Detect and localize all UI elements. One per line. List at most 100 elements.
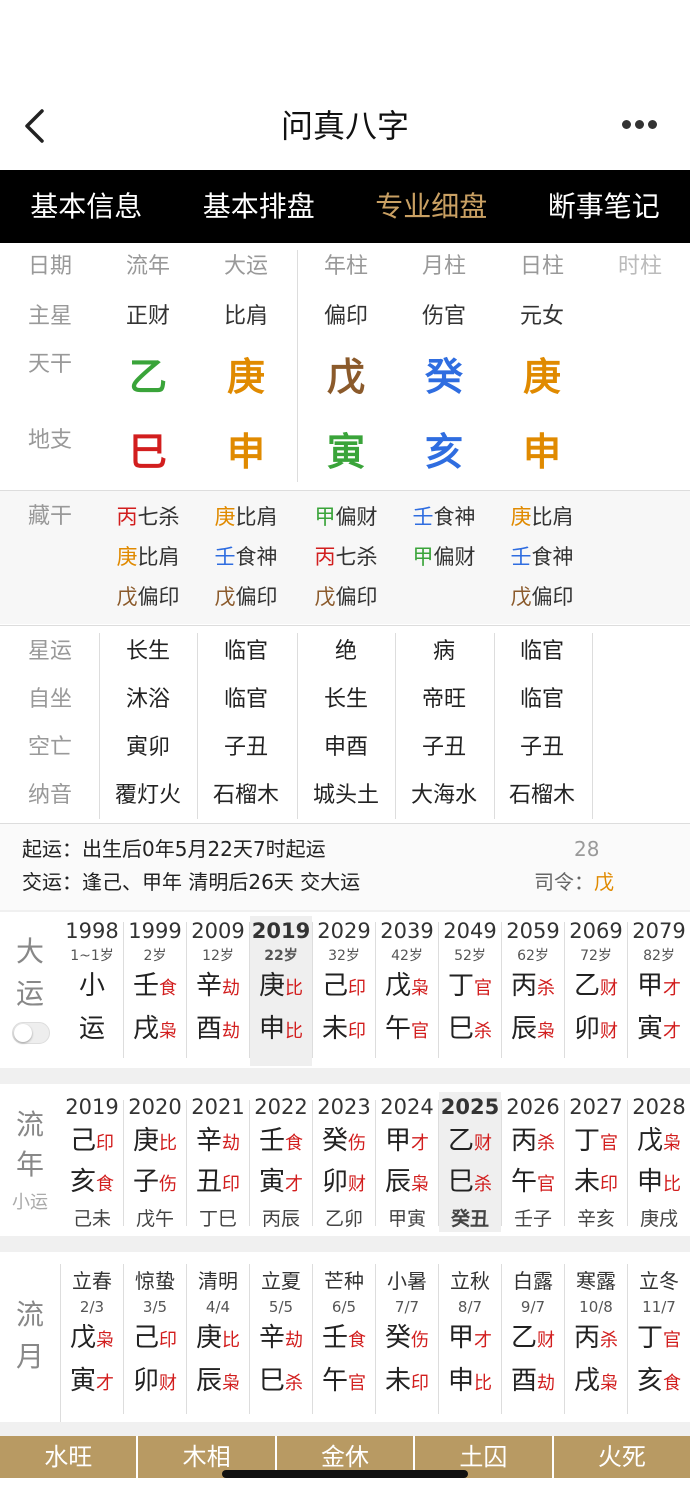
tab-4[interactable]: 断事笔记	[518, 170, 690, 243]
liuyue-column[interactable]: 白露 9/7 乙财 酉劫	[502, 1266, 564, 1416]
branch-char: 卯	[573, 1014, 600, 1044]
liuyue-column[interactable]: 惊蛰 3/5 己印 卯财	[124, 1266, 186, 1416]
hidden-stem: 甲偏财	[297, 502, 395, 532]
tab-2[interactable]: 基本排盘	[173, 170, 346, 243]
heavenly-stem: 戊	[326, 355, 365, 399]
stem-char: 丁	[447, 971, 474, 1001]
hidden-stem-char: 戊	[314, 585, 336, 609]
solar-term: 立秋	[450, 1269, 490, 1293]
branch-char: 酉	[195, 1014, 222, 1044]
dayun-column[interactable]: 2029 32岁 己印 未印	[313, 916, 375, 1066]
dayun-column[interactable]: 1999 2岁 壬食 戌枭	[124, 916, 186, 1066]
dayun-age: 42岁	[391, 948, 423, 964]
stem-star: 杀	[537, 1133, 555, 1154]
tab-3[interactable]: 专业细盘	[345, 170, 518, 243]
stem-char: 甲	[447, 1323, 474, 1353]
liunian-column[interactable]: 2021 辛劫 丑印 丁巳	[187, 1092, 249, 1232]
liunian-column[interactable]: 2025 乙财 巳杀 癸丑	[439, 1092, 501, 1232]
liunian-column[interactable]: 2024 甲才 辰枭 甲寅	[376, 1092, 438, 1232]
liunian-stem: 壬食	[250, 1122, 312, 1163]
dayun-column[interactable]: 2059 62岁 丙杀 辰枭	[502, 916, 564, 1066]
main-star: 元女	[519, 304, 564, 329]
star-cell: 长生	[323, 687, 368, 712]
stem-char: 己	[69, 1126, 96, 1156]
stem-char: 癸	[321, 1126, 348, 1156]
star-cell: 子丑	[421, 735, 466, 760]
stem-char: 癸	[384, 1323, 411, 1353]
liunian-column[interactable]: 2019 己印 亥食 己未	[61, 1092, 123, 1232]
column-divider	[123, 922, 124, 1058]
dayun-column[interactable]: 2079 82岁 甲才 寅才	[628, 916, 690, 1066]
branch-star: 才	[96, 1373, 114, 1394]
liuyue-column[interactable]: 立春 2/3 戊枭 寅才	[61, 1266, 123, 1416]
liunian-branch: 寅才	[250, 1163, 312, 1204]
earthly-branch: 申	[522, 430, 561, 474]
column-header: 月柱	[421, 254, 466, 279]
liuyue-column[interactable]: 小暑 7/7 癸伤 未印	[376, 1266, 438, 1416]
tab-1[interactable]: 基本信息	[0, 170, 173, 243]
liuyue-branch: 巳杀	[250, 1361, 312, 1404]
dayun-year: 2079	[632, 919, 686, 943]
stem-star: 官	[474, 978, 492, 999]
earthly-branch: 亥	[424, 430, 463, 474]
stem-star: 食	[159, 978, 177, 999]
hidden-stem: 丙七杀	[297, 542, 395, 572]
stem-star: 劫	[285, 1330, 303, 1351]
dayun-column[interactable]: 2009 12岁 辛劫 酉劫	[187, 916, 249, 1066]
dayun-column[interactable]: 2049 52岁 丁官 巳杀	[439, 916, 501, 1066]
dayun-column[interactable]: 2069 72岁 乙财 卯财	[565, 916, 627, 1066]
dayun-column[interactable]: 2039 42岁 戊枭 午官	[376, 916, 438, 1066]
column-divider	[60, 1264, 61, 1424]
column-divider	[375, 922, 376, 1058]
dayun-year: 2039	[380, 919, 434, 943]
liunian-branch: 卯财	[313, 1163, 375, 1204]
star-cell: 临官	[223, 639, 268, 664]
column-divider	[627, 1264, 628, 1414]
branch-star: 官	[411, 1021, 429, 1042]
dayun-column[interactable]: 2019 22岁 庚比 申比	[250, 916, 312, 1066]
stem-star: 印	[96, 1133, 114, 1154]
dayun-column[interactable]: 1998 1~1岁小运	[61, 916, 123, 1066]
column-divider	[627, 922, 628, 1058]
section-gap	[0, 1068, 690, 1084]
branch-star: 枭	[537, 1021, 555, 1042]
liunian-branch: 未印	[565, 1163, 627, 1204]
hidden-stem-char: 庚	[510, 505, 532, 529]
hidden-stem-star: 偏印	[235, 585, 278, 609]
liunian-column[interactable]: 2022 壬食 寅才 丙辰	[250, 1092, 312, 1232]
liuyue-column[interactable]: 立冬 11/7 丁官 亥食	[628, 1266, 690, 1416]
column-divider	[123, 1264, 124, 1414]
dayun-stem: 乙财	[565, 966, 627, 1009]
liunian-branch: 午官	[502, 1163, 564, 1204]
toggle-switch[interactable]	[12, 1022, 50, 1044]
star-cell: 沐浴	[125, 687, 170, 712]
liunian-year: 2024	[380, 1095, 434, 1119]
dayun-year: 1998	[65, 919, 119, 943]
page-title: 问真八字	[280, 107, 409, 145]
branch-char: 辰	[384, 1167, 411, 1197]
hidden-stem: 戊偏印	[197, 582, 295, 612]
liunian-column[interactable]: 2020 庚比 子伤 戊午	[124, 1092, 186, 1232]
liuyue-column[interactable]: 清明 4/4 庚比 辰枭	[187, 1266, 249, 1416]
liuyue-column[interactable]: 立秋 8/7 甲才 申比	[439, 1266, 501, 1416]
hidden-stem-star: 七杀	[335, 545, 378, 569]
liuyue-column[interactable]: 寒露 10/8 丙杀 戌枭	[565, 1266, 627, 1416]
hidden-stem-star: 偏印	[531, 585, 574, 609]
column-divider	[375, 1264, 376, 1414]
liunian-column[interactable]: 2023 癸伤 卯财 乙卯	[313, 1092, 375, 1232]
more-options-icon[interactable]	[622, 114, 668, 136]
dayun-branch: 午官	[376, 1009, 438, 1052]
star-cell: 石榴木	[508, 783, 575, 808]
branch-char: 卯	[321, 1167, 348, 1197]
liuyue-stem: 壬食	[313, 1318, 375, 1361]
liuyue-column[interactable]: 芒种 6/5 壬食 午官	[313, 1266, 375, 1416]
liunian-column[interactable]: 2028 戊枭 申比 庚戌	[628, 1092, 690, 1232]
liuyue-column[interactable]: 立夏 5/5 辛劫 巳杀	[250, 1266, 312, 1416]
stem-star: 财	[474, 1133, 492, 1154]
liunian-column[interactable]: 2026 丙杀 午官 壬子	[502, 1092, 564, 1232]
dayun-stem: 丁官	[439, 966, 501, 1009]
column-divider	[297, 633, 298, 819]
dayun-age: 22岁	[264, 948, 298, 964]
dayun-year: 1999	[128, 919, 182, 943]
liunian-column[interactable]: 2027 丁官 未印 辛亥	[565, 1092, 627, 1232]
